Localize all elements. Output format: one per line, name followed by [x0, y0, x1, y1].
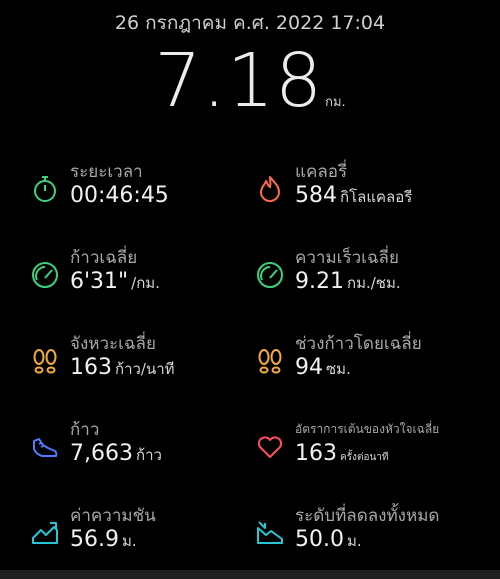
stat-label: แคลอรี่ — [295, 162, 348, 182]
stopwatch-icon — [30, 174, 60, 204]
bottom-bar — [0, 570, 500, 579]
speedometer-icon — [255, 260, 285, 290]
stat-unit: ซม. — [326, 360, 351, 378]
stat-value: 584 — [295, 183, 337, 208]
stat-calories: แคลอรี่ 584 กิโลแคลอรี — [255, 158, 485, 228]
stat-duration: ระยะเวลา 00:46:45 — [30, 158, 260, 228]
stat-label: ค่าความชัน — [70, 506, 156, 526]
stat-unit: ครั้งต่อนาที — [340, 452, 389, 463]
stat-label: ก้าว — [70, 420, 100, 440]
shoe-icon — [30, 432, 60, 462]
stat-unit: ก้าว — [135, 446, 162, 464]
stat-avg-cadence: จังหวะเฉลี่ย 163 ก้าว/นาที — [30, 330, 260, 400]
stat-elevation-gain: ค่าความชัน 56.9 ม. — [30, 502, 260, 572]
stat-label: อัตราการเต้นของหัวใจเฉลี่ย — [295, 422, 440, 436]
distance-unit: กม. — [325, 95, 346, 110]
stat-value: 50.0 — [295, 527, 344, 552]
stat-unit: กม./ชม. — [346, 274, 401, 292]
stat-value: 163 — [295, 441, 337, 466]
stat-avg-stride: ช่วงก้าวโดยเฉลี่ย 94 ซม. — [255, 330, 485, 400]
stat-unit: ม. — [121, 532, 137, 550]
stat-value: 94 — [295, 355, 323, 380]
stat-value: 6'31" — [70, 269, 129, 294]
stat-unit: /กม. — [131, 274, 160, 292]
speedometer-icon — [30, 260, 60, 290]
footprints-icon — [255, 346, 285, 376]
downhill-icon — [255, 518, 285, 548]
stat-unit: กิโลแคลอรี — [340, 188, 413, 206]
stat-unit: ก้าว/นาที — [115, 360, 175, 378]
stat-avg-speed: ความเร็วเฉลี่ย 9.21 กม./ชม. — [255, 244, 485, 314]
distance-value: 7.18 — [154, 38, 324, 124]
stat-steps: ก้าว 7,663 ก้าว — [30, 416, 260, 486]
stat-value: 00:46:45 — [70, 183, 169, 208]
stat-value: 7,663 — [70, 441, 133, 466]
stat-label: จังหวะเฉลี่ย — [70, 334, 156, 354]
distance-display: 7.18 กม. — [0, 44, 500, 118]
stat-unit: ม. — [346, 532, 362, 550]
stat-avg-pace: ก้าวเฉลี่ย 6'31"/กม. — [30, 244, 260, 314]
flame-icon — [255, 174, 285, 204]
heart-icon — [255, 432, 285, 462]
stat-label: ก้าวเฉลี่ย — [70, 248, 138, 268]
stat-label: ความเร็วเฉลี่ย — [295, 248, 399, 268]
stat-value: 163 — [70, 355, 112, 380]
uphill-icon — [30, 518, 60, 548]
stat-label: ระดับที่ลดลงทั้งหมด — [295, 506, 440, 526]
stat-total-descent: ระดับที่ลดลงทั้งหมด 50.0 ม. — [255, 502, 485, 572]
stat-value: 56.9 — [70, 527, 119, 552]
footprints-icon — [30, 346, 60, 376]
stat-label: ช่วงก้าวโดยเฉลี่ย — [295, 334, 422, 354]
workout-date: 26 กรกฎาคม ค.ศ. 2022 17:04 — [114, 12, 386, 34]
stat-avg-heart-rate: อัตราการเต้นของหัวใจเฉลี่ย 163 ครั้งต่อนา… — [255, 416, 485, 486]
stat-label: ระยะเวลา — [70, 162, 143, 182]
stat-value: 9.21 — [295, 269, 344, 294]
